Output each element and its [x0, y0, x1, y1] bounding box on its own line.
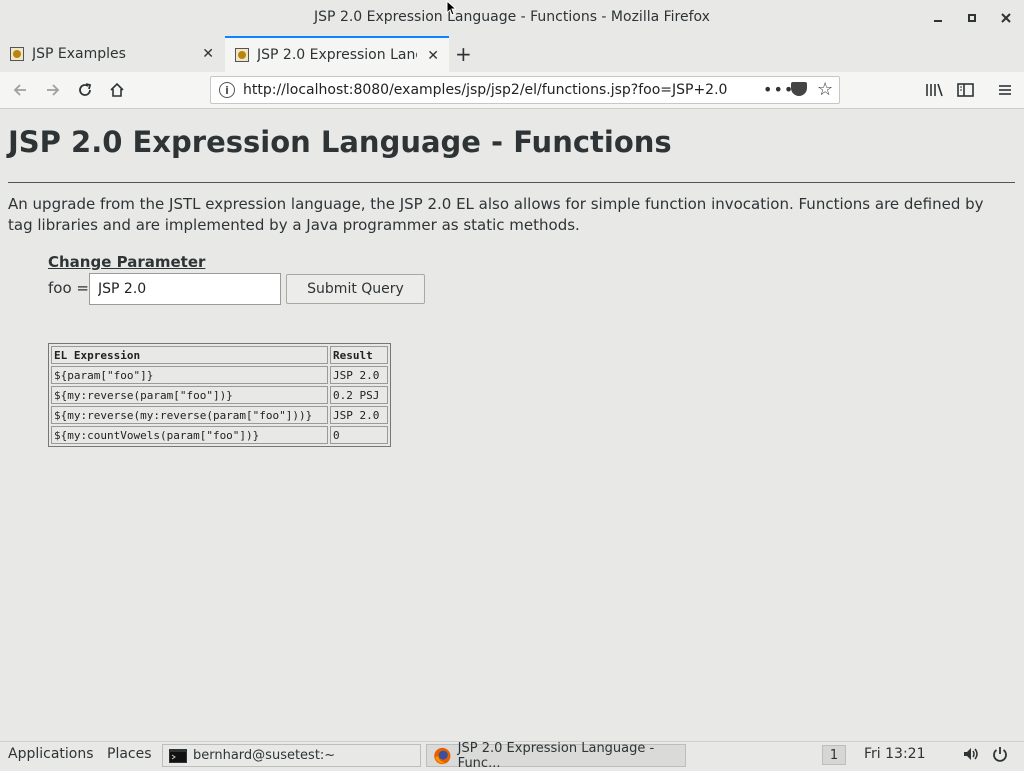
site-info-icon[interactable]: i [219, 82, 235, 98]
taskbar-firefox[interactable]: JSP 2.0 Expression Language - Func... [426, 741, 686, 771]
table-cell-result: 0 [330, 426, 388, 444]
tab-label: JSP Examples [32, 46, 126, 62]
table-cell-expression: ${my:reverse(param["foo"])} [51, 386, 328, 404]
new-tab-icon[interactable]: + [455, 42, 472, 66]
home-icon[interactable] [107, 80, 127, 100]
pocket-icon[interactable] [791, 82, 807, 96]
el-results-table: EL Expression Result ${param["foo"]} JSP… [48, 343, 391, 447]
table-header-row: EL Expression Result [51, 346, 388, 364]
navigation-toolbar: i http://localhost:8080/examples/jsp/jsp… [0, 72, 1024, 109]
foo-input[interactable] [89, 273, 281, 305]
forward-icon[interactable] [43, 80, 63, 100]
clock[interactable]: Fri 13:21 [864, 746, 925, 762]
library-icon[interactable] [924, 80, 944, 100]
minimize-icon[interactable] [928, 8, 948, 28]
bookmark-star-icon[interactable]: ☆ [817, 79, 833, 100]
taskbar-terminal-label: bernhard@susetest:~ [193, 748, 336, 763]
table-cell-expression: ${param["foo"]} [51, 366, 328, 384]
mouse-cursor-icon [446, 0, 456, 16]
close-window-icon[interactable] [996, 8, 1016, 28]
taskbar-terminal[interactable]: bernhard@susetest:~ [162, 744, 421, 767]
hamburger-menu-icon[interactable] [995, 80, 1015, 100]
window-titlebar: JSP 2.0 Expression Language - Functions … [0, 0, 1024, 37]
taskbar-firefox-label: JSP 2.0 Expression Language - Func... [457, 740, 655, 771]
change-parameter-heading: Change Parameter [48, 253, 206, 271]
tab-label: JSP 2.0 Expression Langu [257, 47, 417, 63]
table-cell-result: 0.2 PSJ [330, 386, 388, 404]
page-actions-icon[interactable]: ••• [763, 80, 794, 99]
firefox-icon [434, 747, 451, 764]
back-icon[interactable] [10, 80, 30, 100]
terminal-icon [169, 748, 187, 763]
table-cell-result: JSP 2.0 [330, 366, 388, 384]
table-header-expression: EL Expression [51, 346, 328, 364]
url-text[interactable]: http://localhost:8080/examples/jsp/jsp2/… [243, 82, 727, 98]
horizontal-rule [8, 182, 1015, 183]
tab-strip: JSP Examples ✕ JSP 2.0 Expression Langu … [0, 36, 1024, 72]
page-content: JSP 2.0 Expression Language - Functions … [0, 109, 1024, 741]
tab-close-icon[interactable]: ✕ [202, 46, 214, 62]
tab-close-icon[interactable]: ✕ [427, 48, 439, 64]
submit-query-button[interactable]: Submit Query [286, 274, 425, 304]
table-row: ${param["foo"]} JSP 2.0 [51, 366, 388, 384]
table-header-result: Result [330, 346, 388, 364]
places-menu[interactable]: Places [107, 746, 152, 762]
tab-jsp-examples[interactable]: JSP Examples ✕ [0, 36, 224, 72]
table-row: ${my:reverse(my:reverse(param["foo"]))} … [51, 406, 388, 424]
table-row: ${my:countVowels(param["foo"])} 0 [51, 426, 388, 444]
applications-menu[interactable]: Applications [8, 746, 94, 762]
intro-paragraph: An upgrade from the JSTL expression lang… [8, 195, 984, 234]
volume-icon[interactable] [962, 746, 980, 766]
tab-jsp-functions[interactable]: JSP 2.0 Expression Langu ✕ [225, 36, 449, 72]
url-bar[interactable]: i http://localhost:8080/examples/jsp/jsp… [210, 76, 840, 104]
foo-field-label: foo = [48, 279, 89, 297]
table-cell-expression: ${my:reverse(my:reverse(param["foo"]))} [51, 406, 328, 424]
table-row: ${my:reverse(param["foo"])} 0.2 PSJ [51, 386, 388, 404]
window-title: JSP 2.0 Expression Language - Functions … [314, 9, 710, 25]
power-icon[interactable] [992, 746, 1008, 766]
maximize-icon[interactable] [962, 8, 982, 28]
tomcat-favicon-icon [10, 47, 24, 61]
table-cell-expression: ${my:countVowels(param["foo"])} [51, 426, 328, 444]
desktop-bottom-panel: Applications Places bernhard@susetest:~ … [0, 741, 1024, 771]
workspace-indicator[interactable]: 1 [822, 745, 846, 765]
reload-icon[interactable] [75, 80, 95, 100]
page-title: JSP 2.0 Expression Language - Functions [8, 125, 672, 159]
sidebar-icon[interactable] [956, 80, 976, 100]
tomcat-favicon-icon [235, 48, 249, 62]
table-cell-result: JSP 2.0 [330, 406, 388, 424]
